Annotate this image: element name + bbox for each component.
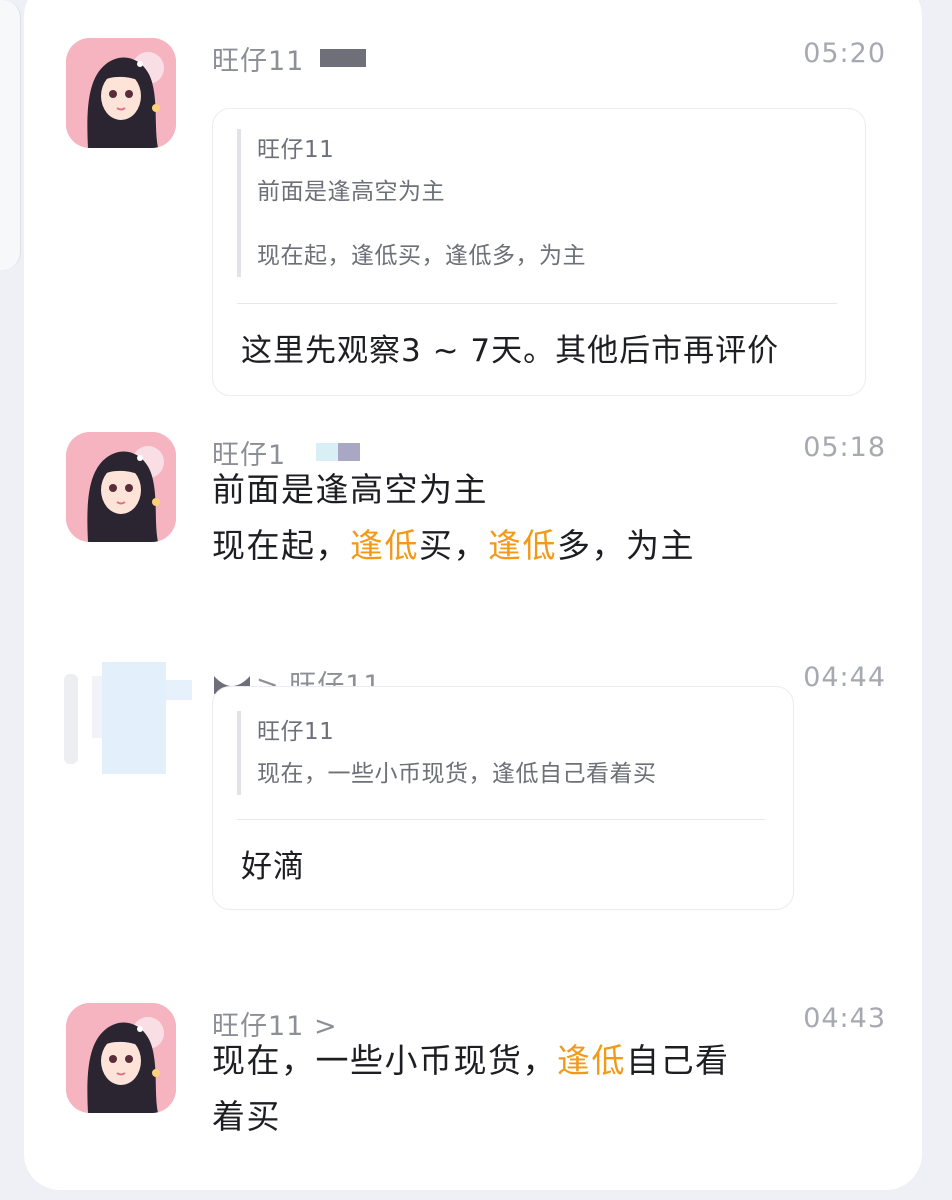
text-span: 自己看	[626, 1041, 730, 1080]
quote-text: 现在，一些小币现货，逢低自己看着买	[257, 761, 657, 787]
sender-name[interactable]: 旺仔11	[212, 39, 304, 78]
quote-divider	[237, 819, 765, 820]
message-time: 04:43	[803, 1003, 886, 1034]
quote-text: 现在起，逢低买，逢低多，为主	[257, 243, 586, 269]
message-text: 前面是逢高空为主 现在起，逢低买，逢低多，为主	[212, 462, 695, 574]
text-span: 现在，一些小币现货，	[212, 1041, 557, 1080]
highlight-keyword: 逢低	[350, 526, 419, 565]
message-line: 前面是逢高空为主	[212, 470, 488, 509]
chat-screen: 旺仔11 05:20 旺仔11 前面是逢高空为主 现在起，逢低买，逢低多，为主 …	[0, 0, 952, 1200]
anime-girl-avatar-icon[interactable]	[66, 432, 176, 542]
side-panel-edge	[0, 0, 21, 270]
redacted-mark	[316, 443, 339, 461]
highlight-keyword: 逢低	[557, 1041, 626, 1080]
message-time: 05:18	[803, 432, 886, 463]
reply-text: 好滴	[241, 849, 305, 885]
sender-row: 旺仔11	[212, 38, 367, 78]
redacted-mark	[320, 49, 367, 67]
message-text: 现在，一些小币现货，逢低自己看 着买	[212, 1033, 730, 1145]
reply-bubble[interactable]: 旺仔11 现在，一些小币现货，逢低自己看着买 好滴	[212, 686, 794, 910]
anime-girl-avatar-icon[interactable]	[66, 1003, 176, 1113]
quote-divider	[237, 303, 837, 304]
blurred-avatar-icon[interactable]	[64, 662, 194, 792]
reply-bubble[interactable]: 旺仔11 前面是逢高空为主 现在起，逢低买，逢低多，为主 这里先观察3 ~ 7天…	[212, 108, 866, 396]
message-time: 05:20	[803, 38, 886, 69]
message-line: 着买	[212, 1097, 281, 1136]
highlight-keyword: 逢低	[488, 526, 557, 565]
message-line: 现在起，逢低买，逢低多，为主	[212, 518, 695, 574]
message-time: 04:44	[803, 662, 886, 693]
text-span: 现在起，	[212, 526, 350, 565]
quote-author: 旺仔11	[257, 719, 335, 745]
quote-text: 前面是逢高空为主	[257, 179, 445, 205]
redacted-mark	[338, 443, 361, 461]
message-line: 现在，一些小币现货，逢低自己看	[212, 1033, 730, 1089]
reply-text: 这里先观察3 ~ 7天。其他后市再评价	[241, 333, 780, 369]
quote-author: 旺仔11	[257, 137, 335, 163]
text-span: 多，为主	[557, 526, 695, 565]
text-span: 买，	[419, 526, 488, 565]
anime-girl-avatar-icon[interactable]	[66, 38, 176, 148]
message-list[interactable]: 旺仔11 05:20 旺仔11 前面是逢高空为主 现在起，逢低买，逢低多，为主 …	[24, 0, 922, 1190]
quoted-message[interactable]: 旺仔11 现在，一些小币现货，逢低自己看着买	[237, 711, 657, 795]
quoted-message[interactable]: 旺仔11 前面是逢高空为主 现在起，逢低买，逢低多，为主	[237, 129, 586, 277]
